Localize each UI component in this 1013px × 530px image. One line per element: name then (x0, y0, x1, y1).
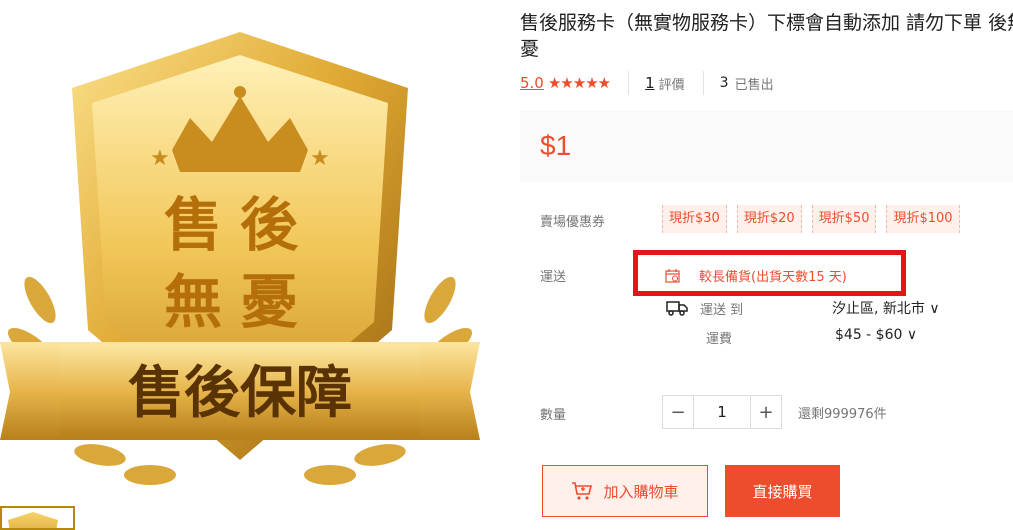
thumbnail-shield (8, 512, 58, 528)
rating-row: 5.0 ★★★★★ 1 評價 3 已售出 (520, 71, 792, 95)
price-box: $1 (520, 110, 1013, 182)
add-to-cart-label: 加入購物車 (603, 482, 679, 501)
sold-label: 已售出 (734, 77, 774, 93)
product-main-image[interactable]: ★ ★ 售後 無憂 售後保障 (0, 0, 480, 495)
shipping-notice: 較長備貨(出貨天數15 天) (665, 266, 847, 285)
badge-line-1: 售後 (164, 191, 316, 259)
shipping-fee-dropdown[interactable]: $45 - $60 ∨ (835, 327, 917, 343)
product-thumbnail[interactable] (0, 506, 75, 530)
product-title: 售後服務卡（無實物服務卡）下標會自動添加 請勿下單 後無憂 (520, 12, 1013, 60)
badge-line-2: 無憂 (164, 268, 316, 336)
ship-location-dropdown[interactable]: 汐止區, 新北市 ∨ (832, 298, 940, 318)
star-rating-icon: ★★★★★ (547, 74, 611, 92)
coupon-list: 現折$30 現折$20 現折$50 現折$100 (662, 205, 960, 233)
rating-score[interactable]: 5.0 (520, 74, 544, 92)
calendar-clock-icon (665, 268, 680, 283)
ribbon-text: 售後保障 (128, 361, 352, 426)
product-info-panel: 售後服務卡（無實物服務卡）下標會自動添加 請勿下單 後無憂 5.0 ★★★★★ … (520, 0, 1013, 530)
shipping-notice-text: 較長備貨(出貨天數15 天) (699, 270, 847, 285)
after-sales-shield-graphic: ★ ★ 售後 無憂 售後保障 (0, 32, 480, 485)
quantity-decrease-button[interactable]: − (662, 395, 694, 429)
add-to-cart-button[interactable]: 加入購物車 (542, 465, 708, 517)
sold-count: 3 (719, 75, 729, 91)
quantity-stepper: − 1 + 還剩999976件 (662, 395, 887, 429)
ship-to-label: 運送 到 (700, 302, 744, 318)
coupon-label: 賣場優惠券 (540, 215, 606, 230)
coupon-20[interactable]: 現折$20 (736, 205, 802, 233)
cart-icon (572, 482, 593, 500)
quantity-label: 數量 (540, 408, 567, 423)
product-price: $1 (540, 130, 572, 161)
divider (628, 71, 630, 95)
coupon-30[interactable]: 現折$30 (662, 205, 727, 233)
shipping-fee-label: 運費 (706, 332, 733, 347)
coupon-50[interactable]: 現折$50 (811, 205, 877, 233)
stock-remaining: 還剩999976件 (798, 406, 887, 422)
svg-text:★: ★ (310, 146, 330, 171)
truck-icon (666, 301, 688, 316)
shipping-destination: 運送 到 汐止區, 新北市 ∨ (666, 298, 940, 318)
svg-text:★: ★ (150, 146, 170, 171)
review-count[interactable]: 1 (645, 74, 655, 92)
review-label: 評價 (658, 77, 685, 93)
coupon-100[interactable]: 現折$100 (886, 205, 960, 233)
shipping-label: 運送 (540, 270, 567, 285)
divider (702, 71, 704, 95)
quantity-increase-button[interactable]: + (750, 395, 782, 429)
quantity-input[interactable]: 1 (694, 395, 750, 429)
buy-now-button[interactable]: 直接購買 (725, 465, 840, 517)
